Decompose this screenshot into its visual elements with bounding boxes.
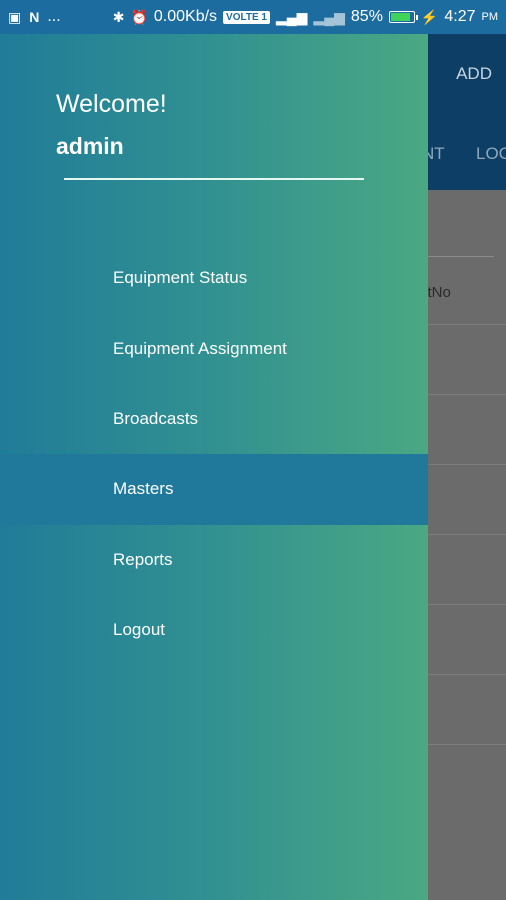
row-divider [428,324,506,325]
menu-item-masters[interactable]: Masters [0,454,428,525]
row-divider [428,604,506,605]
search-underline [428,256,494,257]
more-notifications-icon: ... [47,8,61,25]
navigation-drawer: Welcome! admin Equipment Status Equipmen… [0,34,428,900]
battery-percent: 85% [350,8,383,25]
menu-item-logout[interactable]: Logout [0,595,428,665]
welcome-text: Welcome! [56,90,167,118]
row-divider [428,674,506,675]
row-divider [428,464,506,465]
signal-icon: ▂▄▆ [275,9,308,25]
add-button[interactable]: ADD [456,64,492,84]
drawer-menu: Equipment Status Equipment Assignment Br… [0,243,428,665]
volte-badge: VOLTE 1 [223,10,270,24]
username: admin [56,133,124,159]
status-bar: ▣ N ... ✱ ⏰ 0.00Kb/s VOLTE 1 ▂▄▆ ▂▄▆ 85%… [0,0,506,34]
header-divider [64,178,364,180]
row-divider [428,394,506,395]
menu-item-reports[interactable]: Reports [0,525,428,595]
image-notification-icon: ▣ [8,9,22,25]
tab-partial-2[interactable]: LOC [476,144,506,164]
battery-icon [388,11,418,23]
row-divider [428,744,506,745]
signal-2-icon: ▂▄▆ [313,9,345,25]
n-notification-icon: N [29,9,40,25]
network-speed: 0.00Kb/s [153,8,218,25]
clock-ampm: PM [481,11,499,23]
row-divider [428,534,506,535]
menu-item-equipment-status[interactable]: Equipment Status [0,243,428,313]
menu-item-broadcasts[interactable]: Broadcasts [0,384,428,454]
charging-icon: ⚡ [420,9,439,25]
bluetooth-icon: ✱ [112,9,125,25]
alarm-icon: ⏰ [130,9,148,25]
clock-time: 4:27 [444,8,476,25]
menu-item-equipment-assignment[interactable]: Equipment Assignment [0,313,428,383]
